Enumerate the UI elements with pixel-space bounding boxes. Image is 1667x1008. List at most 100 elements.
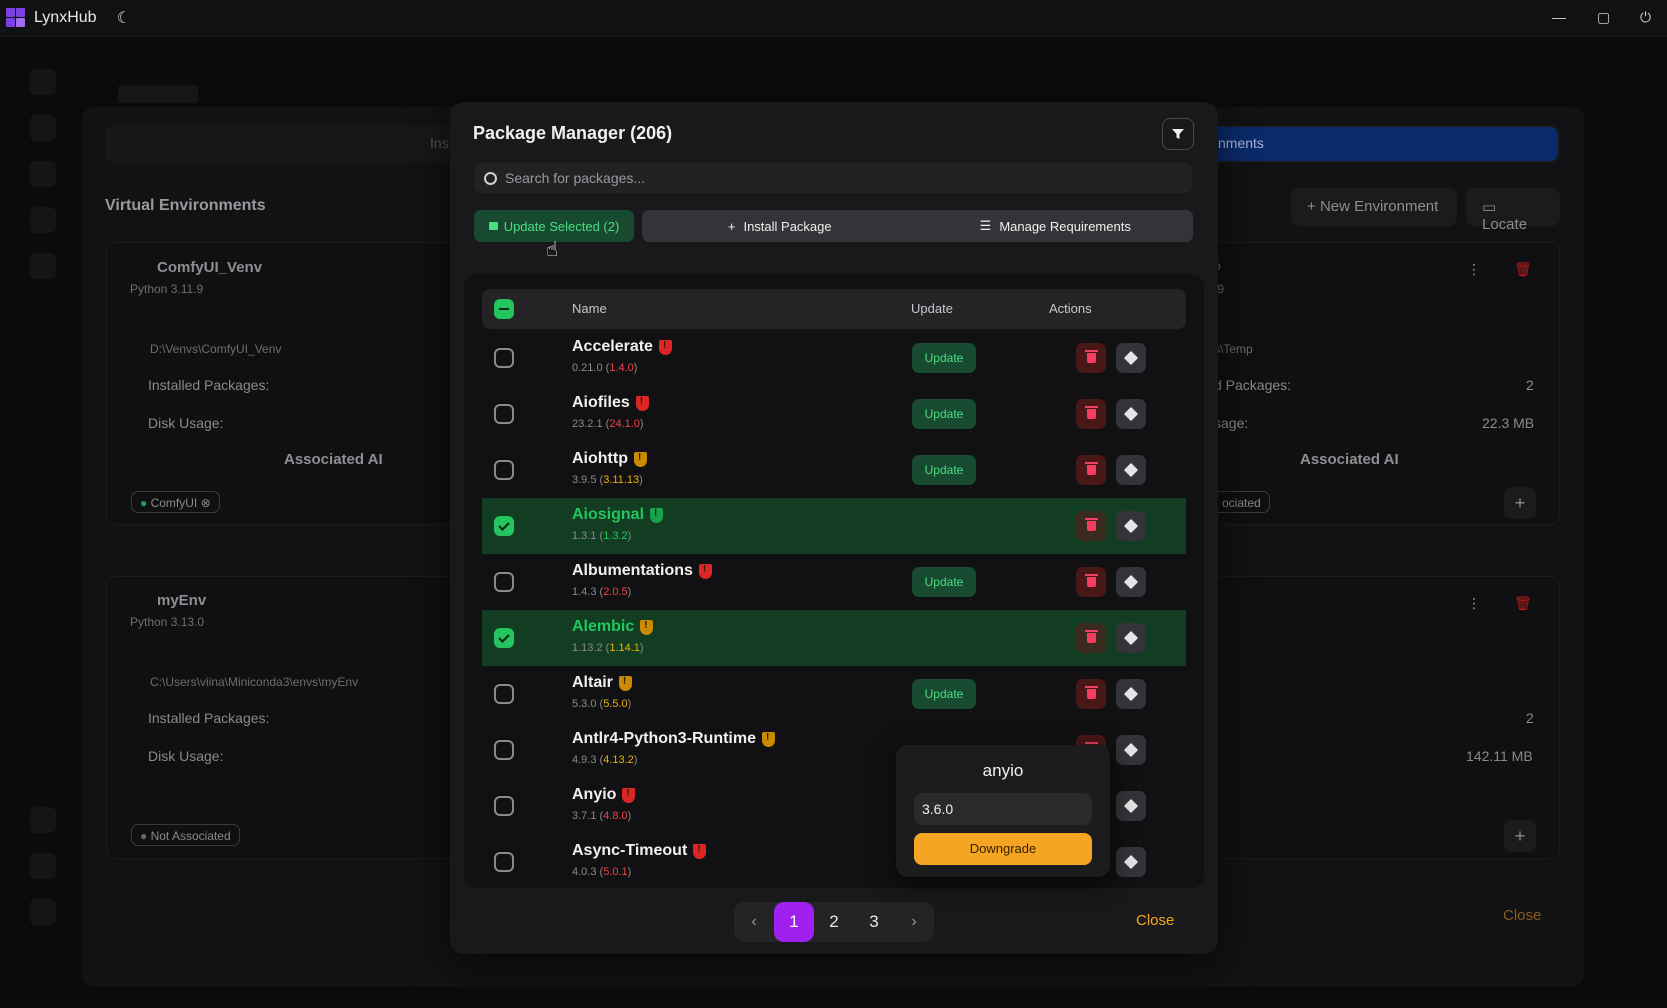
power-icon[interactable]: ⏻ [1640,9,1651,26]
page-header [118,85,198,103]
version-picker-button[interactable] [1116,623,1146,653]
package-name: Antlr4-Python3-Runtime [572,730,775,748]
app-title: LynxHub [34,9,97,26]
delete-package-button[interactable] [1076,343,1106,373]
row-checkbox[interactable] [494,460,514,480]
close-button[interactable]: Close [1136,912,1174,929]
delete-icon[interactable]: 🗑 [1514,261,1532,278]
search-icon [484,171,497,185]
row-checkbox[interactable] [494,740,514,760]
search-input[interactable] [505,170,1155,186]
env-python: Python 3.11.9 [130,282,204,296]
associated-ai-label: Associated AI [1300,451,1399,468]
table-row[interactable]: Aiosignal 1.3.1 (1.3.2) [482,498,1186,554]
prev-page-icon[interactable]: ‹ [734,902,774,942]
minimize-icon[interactable]: — [1552,9,1566,25]
maximize-icon[interactable]: ▢ [1597,9,1610,26]
close-link[interactable]: Close [1503,907,1541,924]
manage-requirements-label: Manage Requirements [999,218,1131,234]
version-picker-button[interactable] [1116,567,1146,597]
version-picker-button[interactable] [1116,735,1146,765]
next-page-icon[interactable]: › [894,902,934,942]
delete-package-button[interactable] [1076,511,1106,541]
trash-icon [1084,630,1098,643]
update-button[interactable]: Update [912,455,976,485]
package-name: Anyio [572,786,636,804]
current-version: 4.0.3 [572,866,597,878]
row-checkbox[interactable] [494,684,514,704]
manage-requirements-button[interactable]: ☰ Manage Requirements [918,210,1194,242]
new-environment-button[interactable]: + New Environment [1291,188,1457,226]
add-ai-button[interactable]: + [1504,487,1536,519]
package-name-label: Antlr4-Python3-Runtime [572,730,756,747]
sidebar-icon [30,253,56,279]
delete-package-button[interactable] [1076,567,1106,597]
more-icon[interactable]: ⋮ [1467,261,1481,278]
table-row[interactable]: Albumentations 1.4.3 (2.0.5) Update [482,554,1186,610]
tab-installed[interactable]: Ins [430,135,449,151]
page-1-button[interactable]: 1 [774,902,814,942]
row-checkbox[interactable] [494,628,514,648]
latest-version: 1.4.0 [609,362,634,374]
package-version: 4.0.3 (5.0.1) [572,866,632,878]
row-checkbox[interactable] [494,404,514,424]
tab-virtual-environments[interactable]: nments [1190,127,1558,161]
moon-icon[interactable]: ☾ [117,8,131,28]
row-checkbox[interactable] [494,852,514,872]
package-icon [1123,350,1139,366]
version-picker-button[interactable] [1116,679,1146,709]
version-picker-button[interactable] [1116,791,1146,821]
locate-button[interactable]: ▭ Locate [1466,188,1560,233]
package-name-label: Async-Timeout [572,842,688,859]
current-version: 1.3.1 [572,530,597,542]
package-icon [1123,406,1139,422]
install-package-button[interactable]: + Install Package [642,210,918,242]
page-3-button[interactable]: 3 [854,902,894,942]
locate-label: Locate [1482,216,1528,233]
table-row[interactable]: Aiofiles 23.2.1 (24.1.0) Update [482,386,1186,442]
version-picker-button[interactable] [1116,847,1146,877]
row-checkbox[interactable] [494,796,514,816]
table-row[interactable]: Aiohttp 3.9.5 (3.11.13) Update [482,442,1186,498]
add-ai-button[interactable]: + [1504,820,1536,852]
update-button[interactable]: Update [912,567,976,597]
delete-package-button[interactable] [1076,623,1106,653]
update-button[interactable]: Update [912,679,976,709]
version-input[interactable]: 3.6.0 [914,793,1092,825]
package-icon [1123,574,1139,590]
associated-ai-label: Associated AI [284,451,383,468]
package-version: 1.13.2 (1.14.1) [572,642,644,654]
more-icon[interactable]: ⋮ [1467,595,1481,612]
delete-icon[interactable]: 🗑 [1514,595,1532,612]
filter-button[interactable] [1162,118,1194,150]
package-name-label: Accelerate [572,338,653,355]
env-python: Python 3.13.0 [130,615,205,629]
update-button[interactable]: Update [912,399,976,429]
row-checkbox[interactable] [494,516,514,536]
shield-alert-icon [635,395,649,411]
latest-version: 4.13.2 [603,754,634,766]
package-name: Aiofiles [572,394,649,412]
version-picker-button[interactable] [1116,399,1146,429]
select-all-checkbox[interactable] [494,299,514,319]
page-2-button[interactable]: 2 [814,902,854,942]
delete-package-button[interactable] [1076,679,1106,709]
latest-version: 2.0.5 [603,586,628,598]
table-row[interactable]: Alembic 1.13.2 (1.14.1) [482,610,1186,666]
row-checkbox[interactable] [494,572,514,592]
trash-icon [1084,686,1098,699]
table-row[interactable]: Accelerate 0.21.0 (1.4.0) Update [482,330,1186,386]
package-version: 5.3.0 (5.5.0) [572,698,632,710]
version-picker-button[interactable] [1116,511,1146,541]
package-name: Async-Timeout [572,842,707,860]
table-row[interactable]: Altair 5.3.0 (5.5.0) Update [482,666,1186,722]
row-checkbox[interactable] [494,348,514,368]
delete-package-button[interactable] [1076,399,1106,429]
current-version: 1.13.2 [572,642,603,654]
downgrade-button[interactable]: Downgrade [914,833,1092,865]
delete-package-button[interactable] [1076,455,1106,485]
version-picker-button[interactable] [1116,455,1146,485]
update-button[interactable]: Update [912,343,976,373]
shield-alert-icon [693,843,707,859]
version-picker-button[interactable] [1116,343,1146,373]
